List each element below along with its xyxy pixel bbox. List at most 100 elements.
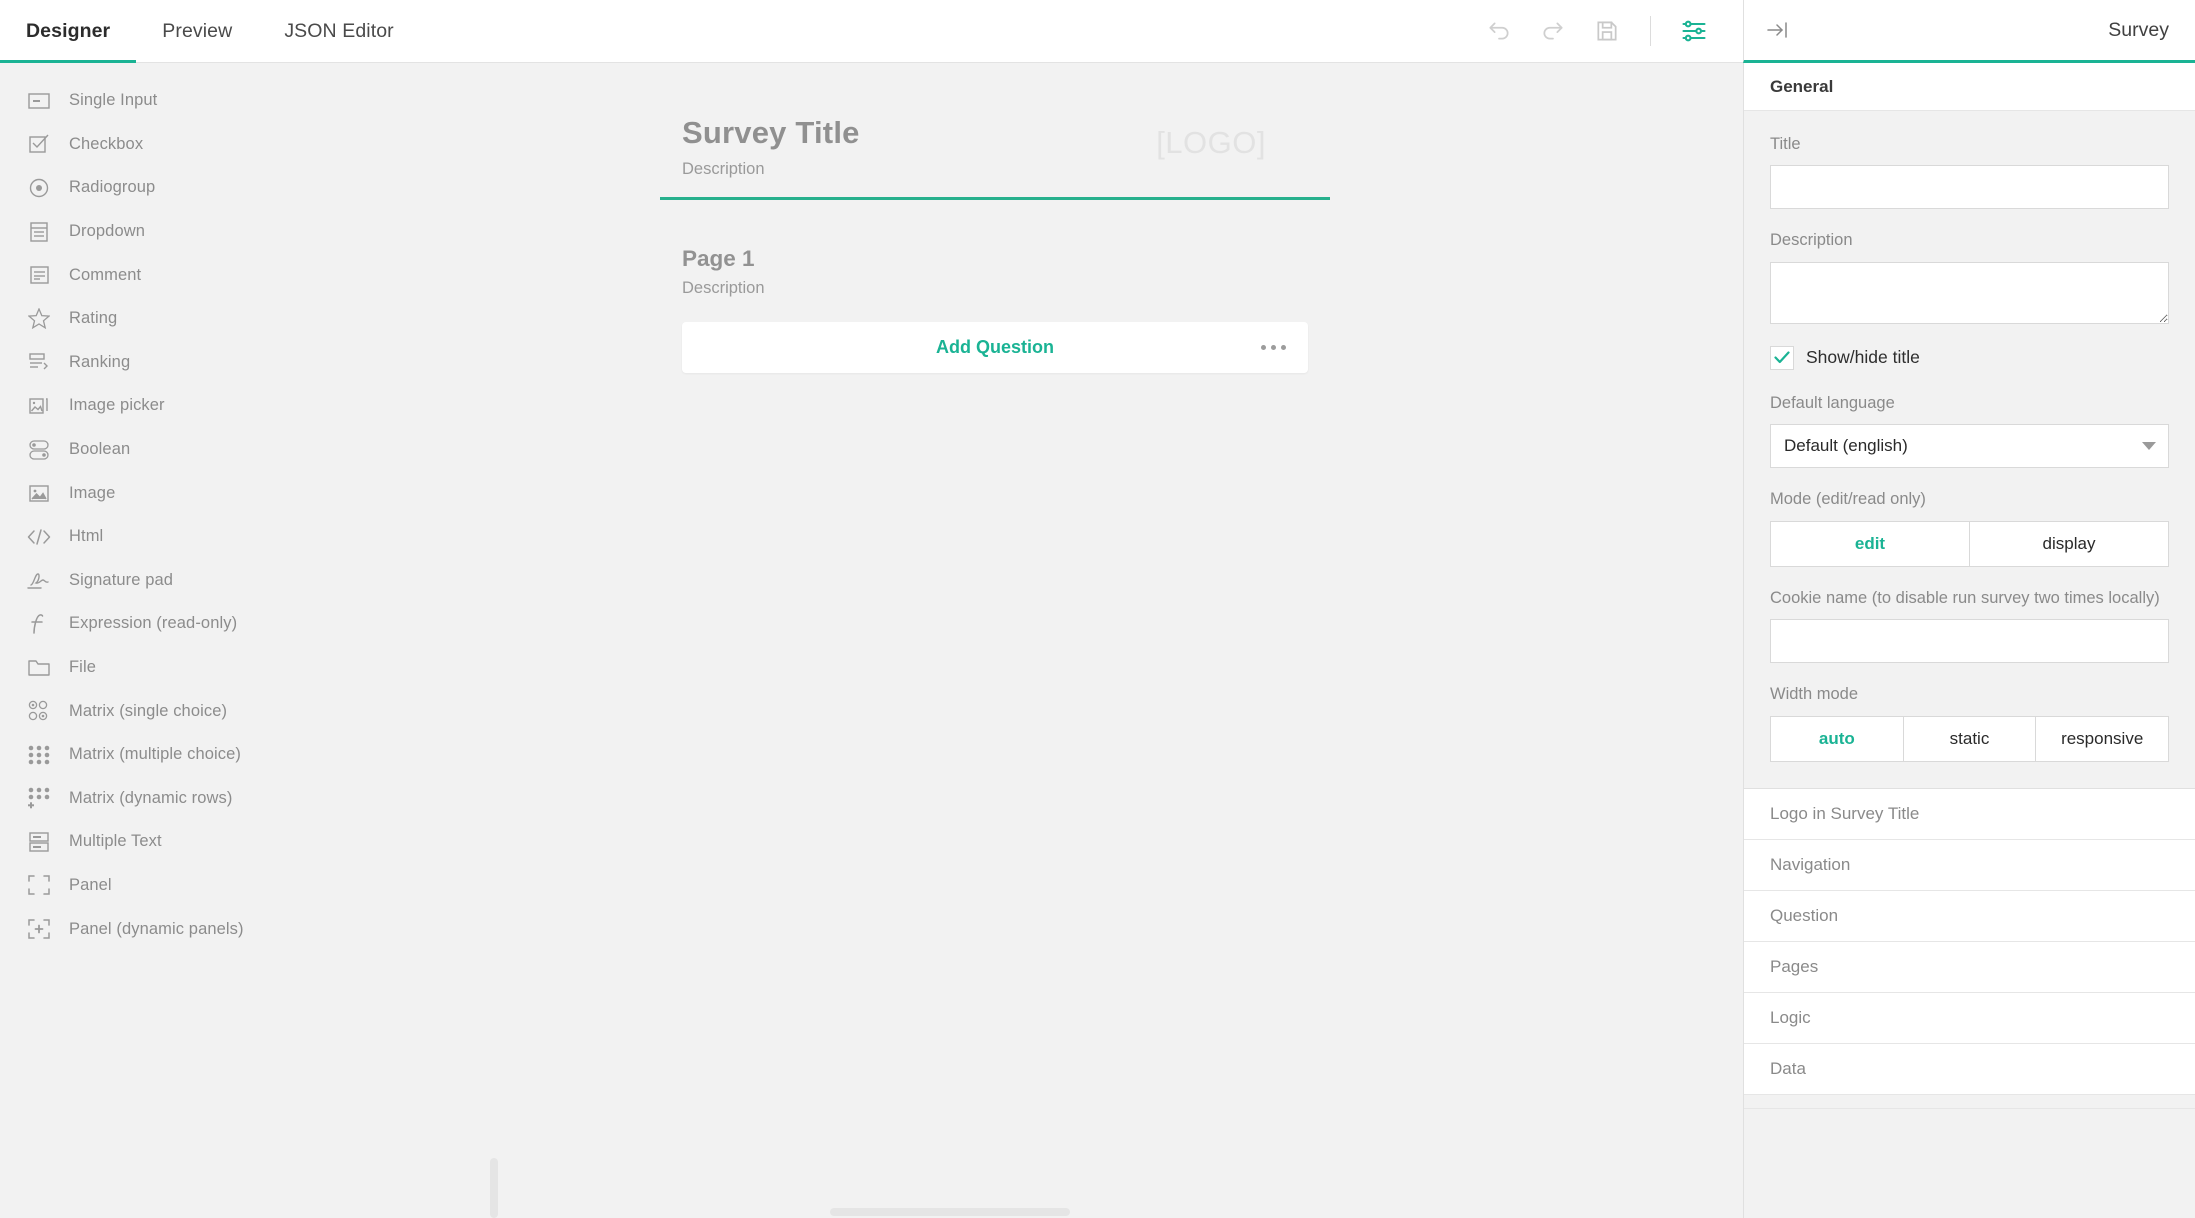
toolbox-item-single-input[interactable]: Single Input xyxy=(0,79,500,123)
description-textarea[interactable] xyxy=(1770,261,2169,324)
toolbox-item-image[interactable]: Image xyxy=(0,471,500,515)
toolbox-item-checkbox[interactable]: Checkbox xyxy=(0,123,500,167)
toolbox-item-panel[interactable]: Panel xyxy=(0,864,500,908)
toolbox-item-ranking[interactable]: Ranking xyxy=(0,341,500,385)
signature-pad-icon xyxy=(24,568,54,592)
toolbox-item-label: Rating xyxy=(69,309,118,328)
property-group-logic[interactable]: Logic xyxy=(1744,992,2195,1044)
toolbox-item-html[interactable]: Html xyxy=(0,515,500,559)
survey-root: Survey Title Description [LOGO] Page 1 D… xyxy=(660,63,1330,373)
tab-designer[interactable]: Designer xyxy=(0,0,137,63)
field-title-label: Title xyxy=(1770,135,1801,153)
mode-option-edit[interactable]: edit xyxy=(1771,521,1970,566)
property-group-partial-next[interactable] xyxy=(1744,1094,2195,1109)
dot xyxy=(1271,344,1276,350)
toolbox-item-boolean[interactable]: Boolean xyxy=(0,428,500,472)
dropdown-icon xyxy=(24,220,54,244)
toolbox-item-comment[interactable]: Comment xyxy=(0,253,500,297)
toolbox-item-signature-pad[interactable]: Signature pad xyxy=(0,559,500,603)
tab-designer-label: Designer xyxy=(26,19,111,42)
redo-button[interactable] xyxy=(1530,8,1576,54)
showhide-title-checkbox-row[interactable]: Show/hide title xyxy=(1770,345,2169,370)
survey-title[interactable]: Survey Title xyxy=(682,115,1156,151)
designer-canvas: Survey Title Description [LOGO] Page 1 D… xyxy=(500,63,1743,1218)
page-description[interactable]: Description xyxy=(682,279,1308,298)
radiogroup-icon xyxy=(24,176,54,200)
toolbox-item-file[interactable]: File xyxy=(0,646,500,690)
canvas-scrollbar[interactable] xyxy=(830,1208,1070,1216)
save-button[interactable] xyxy=(1584,8,1630,54)
property-group-general-header[interactable]: General xyxy=(1744,63,2195,111)
tab-preview[interactable]: Preview xyxy=(136,0,258,62)
field-cookie-name-label: Cookie name (to disable run survey two t… xyxy=(1770,588,2160,607)
toolbox-item-label: Multiple Text xyxy=(69,832,162,851)
redo-icon xyxy=(1543,22,1563,40)
collapse-panel-button[interactable] xyxy=(1766,19,1790,41)
property-group-navigation[interactable]: Navigation xyxy=(1744,839,2195,891)
width-mode-option-responsive[interactable]: responsive xyxy=(2036,716,2169,761)
mode-segmented-control: edit display xyxy=(1770,520,2169,567)
toolbox-panel: Single Input Checkbox Radiogroup Dropdow… xyxy=(0,63,500,1218)
property-panel-title: Survey xyxy=(2108,18,2169,41)
toolbox-item-label: Panel (dynamic panels) xyxy=(69,919,244,938)
page-more-options-icon[interactable] xyxy=(1261,344,1286,350)
toolbox-item-matrix-multiple[interactable]: Matrix (multiple choice) xyxy=(0,733,500,777)
toolbar-separator xyxy=(1650,16,1651,46)
rating-star-icon xyxy=(24,307,54,331)
toolbox-item-panel-dynamic[interactable]: Panel (dynamic panels) xyxy=(0,907,500,951)
expression-function-icon xyxy=(24,612,54,636)
toolbox-item-label: Single Input xyxy=(69,91,158,110)
toolbox-item-label: Radiogroup xyxy=(69,178,156,197)
toolbox-item-expression[interactable]: Expression (read-only) xyxy=(0,602,500,646)
toolbox-item-label: Matrix (dynamic rows) xyxy=(69,788,233,807)
settings-button[interactable] xyxy=(1671,8,1717,54)
toolbox-item-radiogroup[interactable]: Radiogroup xyxy=(0,166,500,210)
toolbox-item-image-picker[interactable]: Image picker xyxy=(0,384,500,428)
toolbox-scrollbar[interactable] xyxy=(490,1158,498,1218)
add-question-card[interactable]: Add Question xyxy=(682,321,1308,373)
toolbox-item-dropdown[interactable]: Dropdown xyxy=(0,210,500,254)
property-groups-list: Logo in Survey Title Navigation Question… xyxy=(1744,788,2195,1109)
survey-description[interactable]: Description xyxy=(682,160,1156,179)
default-language-select[interactable]: Default (english) xyxy=(1770,424,2169,469)
save-floppy-icon xyxy=(1597,21,1617,41)
toolbox-item-label: Image picker xyxy=(69,396,165,415)
property-group-pages[interactable]: Pages xyxy=(1744,941,2195,993)
width-mode-segmented-control: auto static responsive xyxy=(1770,715,2169,762)
multiple-text-icon xyxy=(24,830,54,854)
survey-logo-placeholder[interactable]: [LOGO] xyxy=(1156,115,1308,161)
toolbox-item-label: Matrix (single choice) xyxy=(69,701,228,720)
survey-header[interactable]: Survey Title Description [LOGO] xyxy=(660,115,1330,200)
panel-dynamic-icon xyxy=(24,917,54,941)
settings-sliders-icon xyxy=(1682,20,1706,42)
width-mode-option-static[interactable]: static xyxy=(1903,716,2037,761)
width-mode-option-auto[interactable]: auto xyxy=(1771,716,1904,761)
title-input[interactable] xyxy=(1770,165,2169,210)
property-group-logo-in-survey-title[interactable]: Logo in Survey Title xyxy=(1744,788,2195,840)
page-title[interactable]: Page 1 xyxy=(682,246,1308,272)
comment-icon xyxy=(24,263,54,287)
dot xyxy=(1281,344,1286,350)
toolbox-item-matrix-dynamic[interactable]: Matrix (dynamic rows) xyxy=(0,777,500,821)
undo-button[interactable] xyxy=(1476,8,1522,54)
toolbox-item-multiple-text[interactable]: Multiple Text xyxy=(0,820,500,864)
page-block: Page 1 Description Add Question xyxy=(660,200,1330,373)
cookie-name-input[interactable] xyxy=(1770,619,2169,664)
matrix-multiple-icon xyxy=(24,743,54,767)
mode-option-display[interactable]: display xyxy=(1970,521,2168,566)
field-mode-label: Mode (edit/read only) xyxy=(1770,490,1926,509)
tab-json-editor[interactable]: JSON Editor xyxy=(258,0,419,62)
top-bar: Designer Preview JSON Editor Survey xyxy=(0,0,2195,63)
showhide-title-checkbox[interactable] xyxy=(1770,345,1794,370)
property-group-question[interactable]: Question xyxy=(1744,890,2195,942)
toolbox-item-rating[interactable]: Rating xyxy=(0,297,500,341)
collapse-right-icon xyxy=(1767,22,1787,38)
toolbox-item-matrix-single[interactable]: Matrix (single choice) xyxy=(0,689,500,733)
tab-json-editor-label: JSON Editor xyxy=(284,19,394,42)
survey-creator-app: Designer Preview JSON Editor Survey Sing… xyxy=(0,0,2195,1218)
undo-icon xyxy=(1489,22,1509,40)
toolbox-item-label: File xyxy=(69,658,96,677)
field-description-label: Description xyxy=(1770,231,1853,250)
property-group-data[interactable]: Data xyxy=(1744,1043,2195,1095)
toolbox-item-label: Ranking xyxy=(69,352,131,371)
